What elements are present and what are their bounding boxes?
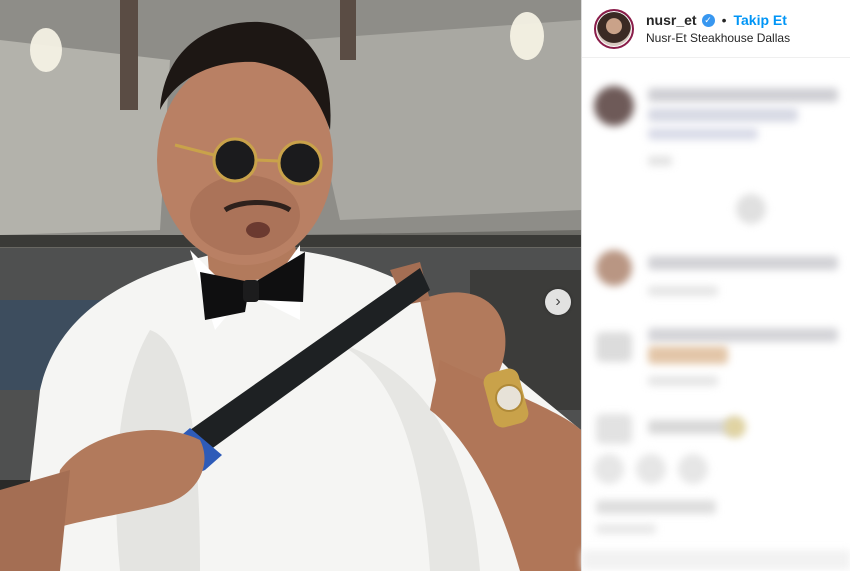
separator-dot: • (721, 12, 727, 28)
post-image (0, 0, 581, 571)
post-photo[interactable]: › (0, 0, 581, 571)
date-blurred (596, 524, 656, 534)
carousel-next-button[interactable]: › (545, 289, 571, 315)
comment-avatar (596, 250, 632, 286)
post-sidebar: nusr_et ✓ • Takip Et Nusr-Et Steakhouse … (582, 0, 850, 571)
username-link[interactable]: nusr_et (646, 12, 697, 28)
action-icons-blurred (678, 454, 708, 484)
comments-section (582, 70, 850, 571)
comment-avatar (596, 414, 632, 444)
action-icons-blurred (594, 454, 624, 484)
location-link[interactable]: Nusr-Et Steakhouse Dallas (646, 31, 790, 45)
comment-text-blurred (648, 128, 758, 140)
likes-blurred (596, 500, 716, 514)
header-row: nusr_et ✓ • Takip Et (646, 12, 790, 28)
verified-badge-icon: ✓ (701, 13, 715, 27)
action-icons-blurred (636, 454, 666, 484)
post-header: nusr_et ✓ • Takip Et Nusr-Et Steakhouse … (582, 0, 850, 58)
emoji-blurred (724, 416, 746, 438)
comment-avatar (596, 332, 632, 362)
header-text: nusr_et ✓ • Takip Et Nusr-Et Steakhouse … (646, 12, 790, 45)
comment-text-blurred (648, 328, 838, 342)
comment-meta-blurred (648, 156, 672, 166)
chevron-right-icon: › (555, 293, 561, 310)
load-more-icon (736, 194, 766, 224)
comment-text-blurred (648, 346, 728, 364)
comment-meta-blurred (648, 286, 718, 296)
comment-text-blurred (648, 108, 798, 122)
comment-avatar (594, 86, 634, 126)
comment-text-blurred (648, 88, 838, 102)
avatar[interactable] (594, 8, 634, 49)
comment-text-blurred (648, 256, 838, 270)
follow-button[interactable]: Takip Et (733, 12, 786, 28)
comment-input-blurred (582, 550, 850, 570)
comment-meta-blurred (648, 376, 718, 386)
